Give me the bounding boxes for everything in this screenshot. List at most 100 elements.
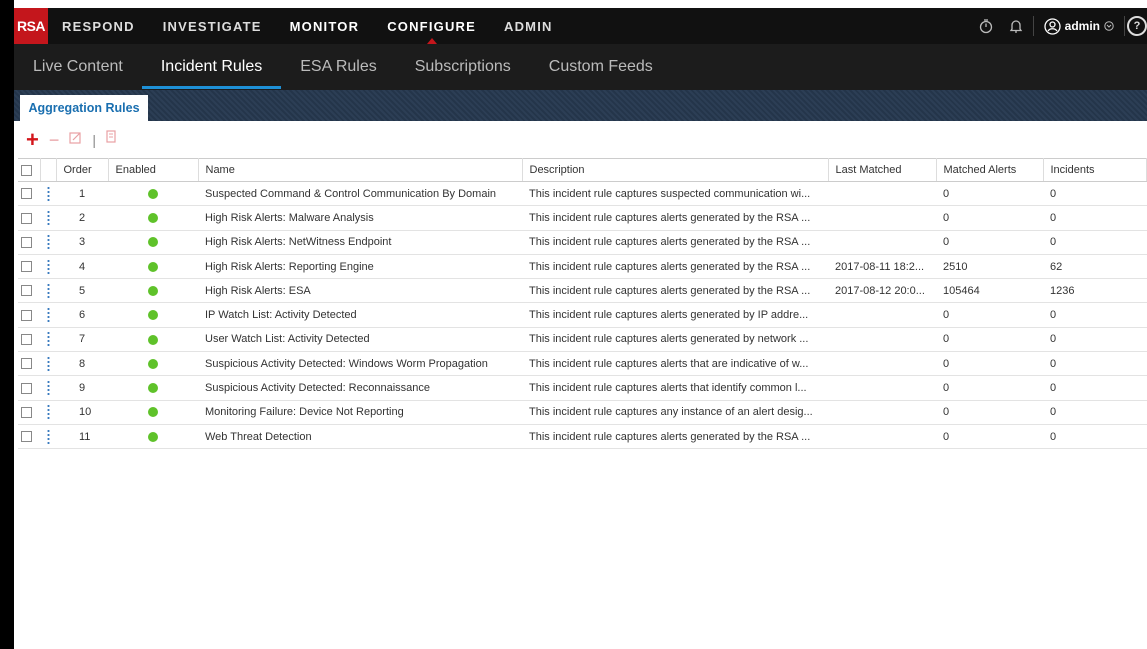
row-checkbox[interactable] — [21, 358, 32, 370]
cell-last-matched — [828, 181, 936, 207]
cell-matched-alerts: 2510 — [936, 254, 1043, 280]
nav-item-admin[interactable]: ADMIN — [490, 8, 567, 44]
enabled-status-icon — [148, 431, 158, 442]
cell-description: This incident rule captures alerts that … — [522, 351, 828, 377]
row-checkbox-cell[interactable] — [18, 181, 40, 207]
drag-handle[interactable] — [40, 400, 56, 425]
drag-handle[interactable] — [40, 327, 56, 353]
clone-icon[interactable] — [106, 130, 117, 149]
cell-matched-alerts: 0 — [936, 351, 1043, 377]
row-checkbox[interactable] — [21, 212, 32, 224]
cell-order: 7 — [56, 327, 108, 353]
column-header-enabled[interactable]: Enabled — [108, 158, 199, 182]
table-row[interactable]: 4 High Risk Alerts: Reporting Engine This … — [18, 254, 1147, 280]
tab-aggregation-rules[interactable]: Aggregation Rules — [20, 95, 148, 121]
drag-grip-icon — [46, 234, 50, 251]
drag-grip-icon — [46, 380, 50, 397]
row-checkbox-cell[interactable] — [18, 351, 40, 377]
nav-utilities: admin ? — [971, 8, 1147, 44]
row-checkbox-cell[interactable] — [18, 278, 40, 304]
tab-incident-rules[interactable]: Incident Rules — [141, 44, 282, 90]
cell-order: 9 — [56, 375, 108, 401]
cell-last-matched: 2017-08-12 20:0... — [828, 278, 936, 304]
table-row[interactable]: 5 High Risk Alerts: ESA This incident rule… — [18, 278, 1147, 304]
sub-navigation: Live Content Incident Rules ESA Rules Subsc… — [14, 44, 1147, 90]
drag-handle[interactable] — [40, 375, 56, 401]
row-checkbox-cell[interactable] — [18, 375, 40, 401]
row-checkbox[interactable] — [21, 261, 32, 273]
tab-live-content[interactable]: Live Content — [14, 44, 142, 90]
row-checkbox[interactable] — [21, 382, 32, 394]
cell-order: 4 — [56, 254, 108, 280]
column-header-matched-alerts[interactable]: Matched Alerts — [936, 158, 1044, 182]
enabled-status-icon — [148, 383, 158, 394]
row-checkbox-cell[interactable] — [18, 230, 40, 255]
table-row[interactable]: 3 High Risk Alerts: NetWitness Endpoint Th… — [18, 230, 1147, 255]
row-checkbox[interactable] — [21, 406, 32, 418]
row-checkbox-cell[interactable] — [18, 302, 40, 328]
nav-separator — [1032, 16, 1034, 36]
table-row[interactable]: 8 Suspicious Activity Detected: Windows W… — [18, 351, 1147, 377]
remove-icon[interactable]: − — [49, 131, 60, 149]
cell-description: This incident rule captures suspected co… — [522, 181, 828, 207]
nav-item-monitor[interactable]: MONITOR — [276, 8, 374, 44]
table-row[interactable]: 7 User Watch List: Activity Detected This … — [18, 327, 1147, 353]
drag-handle[interactable] — [40, 205, 56, 231]
row-checkbox-cell[interactable] — [18, 205, 40, 231]
drag-handle[interactable] — [40, 181, 56, 207]
cell-last-matched — [828, 230, 936, 255]
column-header-order[interactable]: Order — [56, 158, 109, 182]
row-checkbox[interactable] — [21, 334, 32, 346]
cell-order: 1 — [56, 181, 108, 207]
nav-item-respond[interactable]: RESPOND — [48, 8, 149, 44]
edit-icon[interactable] — [69, 131, 82, 149]
row-checkbox[interactable] — [21, 431, 32, 443]
tab-esa-rules[interactable]: ESA Rules — [281, 44, 395, 90]
row-checkbox[interactable] — [21, 309, 32, 321]
app-window: RSA RESPOND INVESTIGATE MONITOR CONFIGURE AD… — [14, 0, 1147, 649]
column-header-incidents[interactable]: Incidents — [1043, 158, 1147, 182]
table-row[interactable]: 1 Suspected Command & Control Communicati… — [18, 181, 1147, 207]
drag-handle[interactable] — [40, 230, 56, 255]
drag-handle[interactable] — [40, 254, 56, 280]
cell-incidents: 0 — [1043, 302, 1147, 328]
select-all-checkbox[interactable] — [21, 164, 32, 176]
tab-custom-feeds[interactable]: Custom Feeds — [530, 44, 672, 90]
row-checkbox-cell[interactable] — [18, 400, 40, 425]
cell-name: High Risk Alerts: ESA — [198, 278, 522, 304]
drag-handle[interactable] — [40, 424, 56, 450]
nav-item-investigate[interactable]: INVESTIGATE — [149, 8, 276, 44]
drag-handle[interactable] — [40, 302, 56, 328]
enabled-status-icon — [148, 213, 158, 224]
select-all-checkbox-cell[interactable] — [18, 158, 41, 182]
row-checkbox[interactable] — [21, 236, 32, 248]
table-row[interactable]: 2 High Risk Alerts: Malware Analysis This … — [18, 205, 1147, 231]
enabled-status-icon — [148, 334, 158, 345]
help-icon[interactable]: ? — [1127, 16, 1147, 36]
drag-handle[interactable] — [40, 278, 56, 304]
column-header-name[interactable]: Name — [198, 158, 523, 182]
row-checkbox-cell[interactable] — [18, 254, 40, 280]
table-row[interactable]: 11 Web Threat Detection This incident rule… — [18, 424, 1147, 450]
row-checkbox[interactable] — [21, 285, 32, 297]
row-checkbox-cell[interactable] — [18, 327, 40, 353]
column-header-description[interactable]: Description — [522, 158, 829, 182]
table-header-row: Order Enabled Name Description Last Matc… — [18, 158, 1147, 182]
user-menu[interactable]: admin — [1036, 17, 1122, 35]
table-row[interactable]: 6 IP Watch List: Activity Detected This in… — [18, 302, 1147, 328]
row-checkbox[interactable] — [21, 188, 32, 200]
bell-icon[interactable] — [1001, 8, 1031, 44]
table-row[interactable]: 9 Suspicious Activity Detected: Reconnais… — [18, 375, 1147, 401]
tab-subscriptions[interactable]: Subscriptions — [396, 44, 530, 90]
drag-handle[interactable] — [40, 351, 56, 377]
nav-item-configure[interactable]: CONFIGURE — [373, 8, 490, 44]
timer-icon[interactable] — [971, 8, 1001, 44]
incident-rules-table: Order Enabled Name Description Last Matc… — [18, 158, 1147, 450]
cell-incidents: 0 — [1043, 351, 1147, 377]
column-header-last-matched[interactable]: Last Matched — [828, 158, 937, 182]
cell-enabled — [108, 351, 198, 377]
add-icon[interactable]: + — [26, 128, 39, 151]
cell-name: Suspicious Activity Detected: Windows Wo… — [198, 351, 522, 377]
row-checkbox-cell[interactable] — [18, 424, 40, 450]
table-row[interactable]: 10 Monitoring Failure: Device Not Reporti… — [18, 400, 1147, 425]
